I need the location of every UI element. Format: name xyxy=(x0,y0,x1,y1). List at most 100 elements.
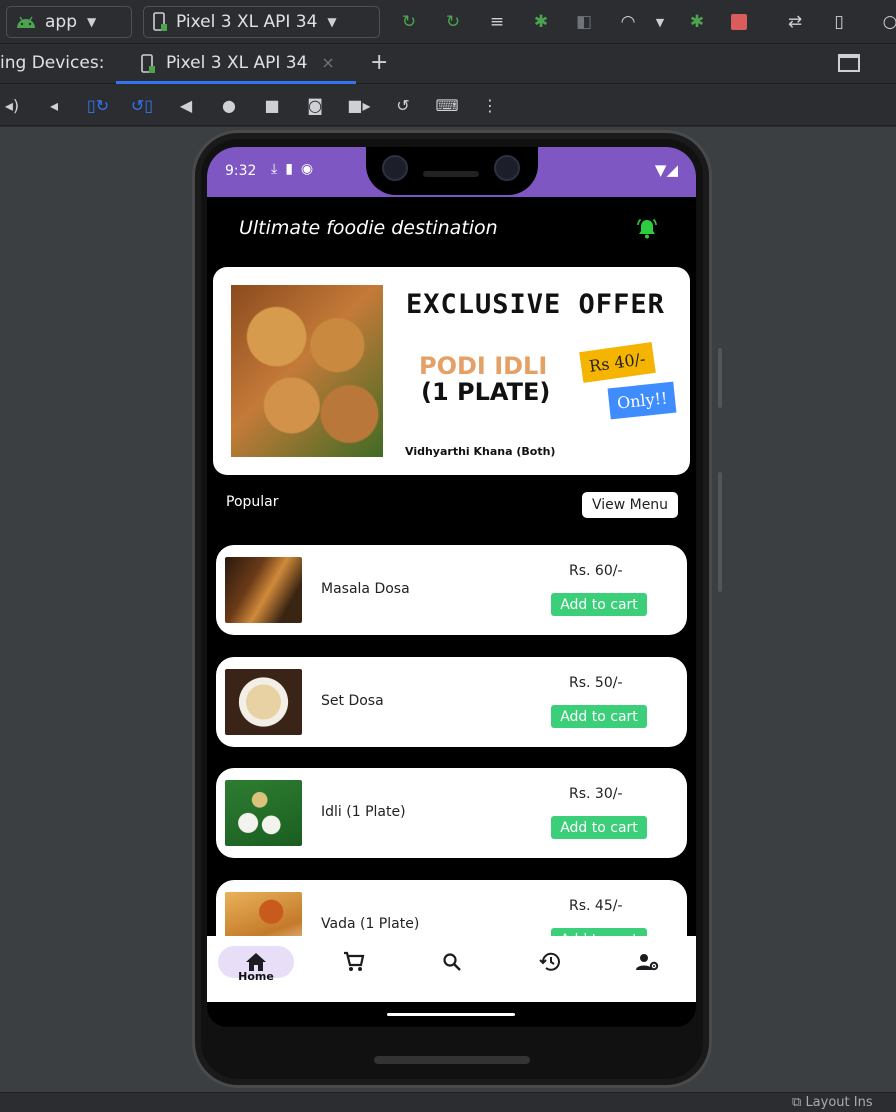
nav-account-settings[interactable] xyxy=(609,946,687,992)
chevron-down-icon[interactable]: ▼ xyxy=(648,10,672,34)
apply-code-changes-icon[interactable]: ↻ xyxy=(441,10,465,34)
history-icon xyxy=(539,952,560,971)
front-camera-icon xyxy=(494,155,520,181)
attach-debugger-icon[interactable]: ◧ xyxy=(572,10,596,34)
power-button xyxy=(718,348,722,408)
attach-icon[interactable]: ✱ xyxy=(685,10,709,34)
menu-item-name: Masala Dosa xyxy=(321,581,410,597)
device-manager-icon[interactable]: ▯ xyxy=(827,10,851,34)
notification-icons: ⤓▮◉ xyxy=(271,161,321,177)
search-icon[interactable]: ○ xyxy=(878,10,896,34)
ide-status-bar: ⧉ Layout Ins xyxy=(0,1092,896,1112)
download-icon: ⤓ xyxy=(271,161,286,177)
menu-item-name: Set Dosa xyxy=(321,693,384,709)
screen-record-icon[interactable]: ■▸ xyxy=(347,93,371,117)
nav-home[interactable]: Home xyxy=(217,946,295,992)
home-icon xyxy=(246,953,266,971)
tab-pixel-3-xl[interactable]: Pixel 3 XL API 34 × xyxy=(116,44,356,84)
gesture-home-bar[interactable] xyxy=(387,1013,515,1016)
offer-heading: EXCLUSIVE OFFER xyxy=(406,289,665,320)
volume-down-icon[interactable]: ◂ xyxy=(42,93,66,117)
set-dosa-image xyxy=(225,669,302,735)
display-notch xyxy=(366,147,538,195)
menu-item-name: Idli (1 Plate) xyxy=(321,804,406,820)
screenshot-icon[interactable]: ◙ xyxy=(303,93,327,117)
earpiece-speaker xyxy=(423,171,479,177)
menu-item-name: Vada (1 Plate) xyxy=(321,916,420,932)
menu-item-card[interactable]: Idli (1 Plate) Rs. 30/- Add to cart xyxy=(216,768,687,858)
idli-image xyxy=(225,780,302,846)
rotate-left-icon[interactable]: ▯↻ xyxy=(86,93,110,117)
menu-item-price: Rs. 45/- xyxy=(569,898,623,914)
masala-dosa-image xyxy=(225,557,302,623)
nav-home-label: Home xyxy=(238,970,274,983)
run-config-dropdown[interactable]: app ▼ xyxy=(6,6,132,38)
apply-changes-icon[interactable]: ↻ xyxy=(397,10,421,34)
status-time: 9:32 xyxy=(225,163,257,179)
add-to-cart-button[interactable]: Add to cart xyxy=(551,816,647,839)
bottom-speaker xyxy=(374,1056,530,1064)
android-icon xyxy=(17,16,35,28)
back-icon[interactable]: ◀ xyxy=(174,93,198,117)
chevron-down-icon: ▼ xyxy=(327,15,337,29)
stop-icon[interactable] xyxy=(727,10,751,34)
logcat-icon[interactable]: ≡ xyxy=(485,10,509,34)
bell-icon[interactable] xyxy=(635,217,659,241)
search-icon xyxy=(443,953,461,971)
running-devices-bar: ing Devices: Pixel 3 XL API 34 × + xyxy=(0,44,896,84)
offer-banner[interactable]: EXCLUSIVE OFFER PODI IDLI (1 PLATE) Rs 4… xyxy=(213,267,690,475)
popular-heading: Popular xyxy=(226,494,279,510)
offer-quantity: (1 PLATE) xyxy=(421,378,551,406)
account-settings-icon xyxy=(636,954,659,971)
keyboard-icon[interactable]: ⌨ xyxy=(435,93,459,117)
home-icon[interactable]: ● xyxy=(217,93,241,117)
menu-item-card[interactable]: Set Dosa Rs. 50/- Add to cart xyxy=(216,657,687,747)
menu-item-price: Rs. 30/- xyxy=(569,786,623,802)
snapshot-icon[interactable]: ↺ xyxy=(391,93,415,117)
bottom-navigation: Home xyxy=(207,936,696,1002)
menu-item-price: Rs. 50/- xyxy=(569,675,623,691)
running-devices-title: ing Devices: xyxy=(0,53,105,73)
signal-icon: ◢ xyxy=(666,161,678,179)
offer-dish-name: PODI IDLI xyxy=(419,352,548,380)
menu-item-card[interactable]: Masala Dosa Rs. 60/- Add to cart xyxy=(216,545,687,635)
nav-cart[interactable] xyxy=(315,946,393,992)
volume-up-icon[interactable]: ◂) xyxy=(0,93,24,117)
emulator-controls: ◂) ◂ ▯↻ ↺▯ ◀ ● ■ ◙ ■▸ ↺ ⌨ ⋮ xyxy=(0,84,896,126)
offer-vendor: Vidhyarthi Khana (Both) xyxy=(405,445,556,458)
cart-icon xyxy=(344,951,365,971)
sync-icon[interactable]: ⇄ xyxy=(783,10,807,34)
chevron-down-icon: ▼ xyxy=(87,15,97,29)
overview-icon[interactable]: ■ xyxy=(260,93,284,117)
wifi-icon: ▼ xyxy=(654,161,667,179)
add-to-cart-button[interactable]: Add to cart xyxy=(551,593,647,616)
volume-rocker xyxy=(718,472,722,592)
device-dropdown[interactable]: Pixel 3 XL API 34 ▼ xyxy=(143,6,380,38)
debug-icon[interactable]: ✱ xyxy=(529,10,553,34)
close-icon[interactable]: × xyxy=(321,53,334,72)
tab-label: Pixel 3 XL API 34 xyxy=(166,52,308,73)
signal-area: ▼◢ xyxy=(655,161,678,179)
app-title: Ultimate foodie destination xyxy=(239,217,498,239)
maximize-icon[interactable] xyxy=(838,54,860,72)
phone-device-icon xyxy=(141,54,155,73)
nav-history[interactable] xyxy=(511,946,589,992)
nav-search[interactable] xyxy=(413,946,491,992)
nav-pill xyxy=(512,946,588,978)
phone-screen: 9:32 ⤓▮◉ ▼◢ Ultimate foodie destination … xyxy=(207,147,696,1027)
add-to-cart-button[interactable]: Add to cart xyxy=(551,705,647,728)
profiler-icon[interactable]: ◠ xyxy=(616,10,640,34)
layout-inspector-label[interactable]: ⧉ Layout Ins xyxy=(792,1095,873,1110)
more-icon[interactable]: ⋮ xyxy=(478,93,502,117)
view-menu-button[interactable]: View Menu xyxy=(582,492,678,518)
front-camera-icon xyxy=(382,155,408,181)
add-device-button[interactable]: + xyxy=(370,50,388,75)
offer-price-tag: Rs 40/- xyxy=(579,342,656,383)
device-label: Pixel 3 XL API 34 xyxy=(176,12,318,32)
podi-idli-image xyxy=(231,285,383,457)
run-config-label: app xyxy=(45,12,77,32)
layout-inspector-text: Layout Ins xyxy=(805,1095,873,1110)
nav-pill xyxy=(414,946,490,978)
rotate-right-icon[interactable]: ↺▯ xyxy=(130,93,154,117)
menu-item-price: Rs. 60/- xyxy=(569,563,623,579)
